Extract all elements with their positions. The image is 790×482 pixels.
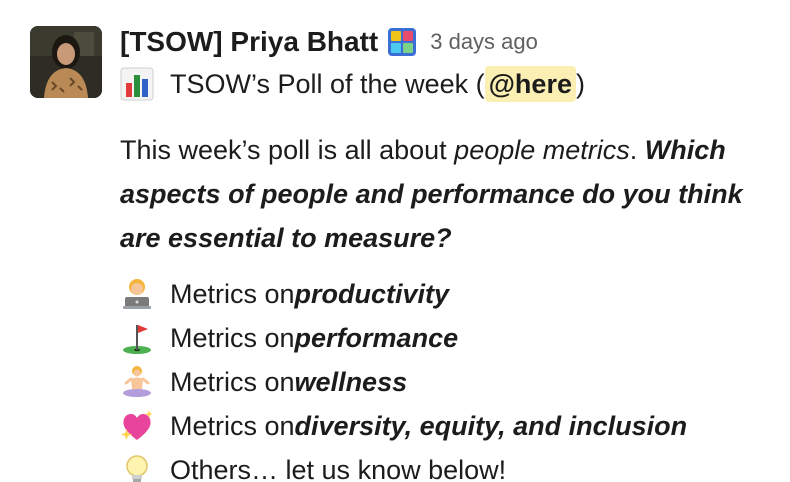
- message-header: [TSOW] Priya Bhatt 3 days ago: [120, 24, 538, 60]
- poll-title: TSOW’s Poll of the week (@here): [120, 66, 585, 102]
- intro-emphasis: people metrics: [454, 135, 630, 165]
- option-emphasis: performance: [294, 323, 459, 353]
- bar-chart-icon: [120, 67, 154, 101]
- here-mention[interactable]: @here: [484, 66, 576, 102]
- poll-option: Metrics on productivity: [120, 276, 449, 312]
- poll-option: Metrics on wellness: [120, 364, 407, 400]
- poll-option: Metrics on diversity, equity, and inclus…: [120, 408, 687, 444]
- poll-title-close: ): [575, 69, 585, 99]
- poll-option: Metrics on performance: [120, 320, 458, 356]
- intro-period: .: [629, 135, 645, 165]
- message: [TSOW] Priya Bhatt 3 days ago TSOW’s Pol…: [0, 0, 790, 482]
- option-prefix: Metrics on: [170, 411, 295, 441]
- colorful-grid-icon[interactable]: [388, 28, 417, 56]
- option-prefix: Metrics on: [170, 367, 295, 397]
- avatar[interactable]: [30, 26, 102, 98]
- poll-option: Others… let us know below!: [120, 452, 506, 482]
- option-prefix: Metrics on: [170, 323, 295, 353]
- person-technologist-icon: [120, 277, 154, 311]
- light-bulb-icon: [120, 453, 154, 482]
- option-prefix: Metrics on: [170, 279, 295, 309]
- intro-text: This week’s poll is all about: [120, 135, 455, 165]
- poll-title-text: TSOW’s Poll of the week (: [170, 69, 485, 99]
- option-emphasis: productivity: [294, 279, 450, 309]
- golf-flag-icon: [120, 321, 154, 355]
- person-lotus-position-icon: [120, 365, 154, 399]
- sparkling-heart-icon: [120, 409, 154, 443]
- poll-description: This week’s poll is all about people met…: [120, 128, 780, 260]
- author-name[interactable]: [TSOW] Priya Bhatt: [120, 26, 378, 58]
- option-emphasis: diversity, equity, and inclusion: [294, 411, 688, 441]
- option-emphasis: wellness: [294, 367, 408, 397]
- timestamp[interactable]: 3 days ago: [430, 29, 538, 55]
- option-text: Others… let us know below!: [170, 455, 507, 482]
